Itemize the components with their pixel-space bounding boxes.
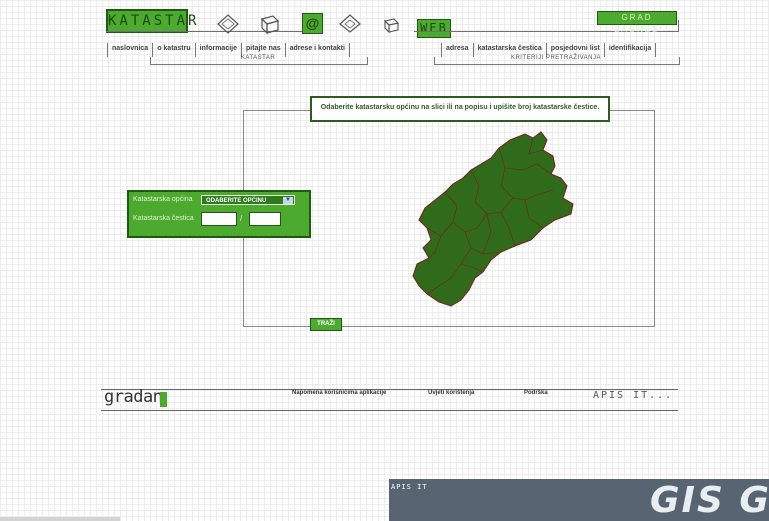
instruction-text: Odaberite katastarsku općinu na slici il…: [310, 96, 610, 122]
kriteriji-section-label: KRITERIJI PRETRAŽIVANJA: [510, 55, 602, 61]
map-region-outline[interactable]: [412, 131, 574, 307]
parcel-sub-input[interactable]: [249, 212, 281, 226]
status-strip: [0, 517, 120, 521]
gis-logo: GIS GR: [650, 480, 769, 521]
parcel-slash: /: [240, 214, 243, 223]
gradan-logo-bar: [160, 392, 167, 407]
footer-link-napomena[interactable]: Napomena korisnicima aplikacije: [292, 390, 386, 396]
apis-logo[interactable]: APIS IT...: [593, 390, 673, 401]
nav-naslovnica[interactable]: naslovnica: [112, 43, 148, 57]
municipality-select[interactable]: ODABERITE OPĆINU ▼: [201, 195, 295, 205]
box-icon: [260, 15, 280, 35]
municipality-select-value: ODABERITE OPĆINU: [206, 198, 267, 204]
katastar-section-label: KATASTAR: [240, 55, 276, 61]
gradan-logo[interactable]: gradan: [104, 387, 163, 407]
web-logo[interactable]: WEB: [417, 19, 451, 38]
grad-zagreb-logo[interactable]: GRAD ZAGREB: [597, 11, 677, 34]
diamond-icon: [339, 14, 361, 33]
municipality-map[interactable]: [405, 128, 580, 308]
banner-apis-label: APIS IT: [391, 483, 428, 491]
parcel-number-input[interactable]: [201, 212, 237, 226]
small-box-icon: [383, 18, 400, 34]
municipality-label: Katastarska općina: [133, 196, 193, 203]
search-form: Katastarska općina ODABERITE OPĆINU ▼ Ka…: [127, 190, 311, 238]
grad-connector: [678, 20, 679, 32]
footer-divider-top: [101, 389, 678, 390]
footer-link-uvjeti[interactable]: Uvjeti korištenja: [428, 390, 474, 396]
footer-link-podrska[interactable]: Podrška: [524, 390, 548, 396]
at-sign-icon[interactable]: @: [302, 13, 323, 34]
footer-divider-bottom: [101, 410, 678, 411]
search-button[interactable]: TRAŽI: [310, 318, 342, 331]
katastar-logo[interactable]: KATASTAR: [106, 9, 196, 33]
chevron-down-icon[interactable]: ▼: [283, 197, 293, 204]
cube-icon: [217, 14, 239, 34]
parcel-label: Katastarska čestica: [133, 215, 194, 222]
